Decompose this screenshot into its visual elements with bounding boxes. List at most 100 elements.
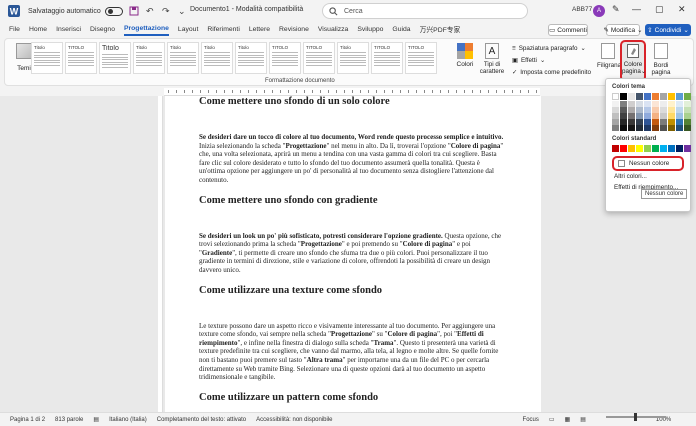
theme-shade-swatch[interactable] [668, 125, 675, 131]
comments-button[interactable]: ▭ Commenti [548, 24, 588, 36]
share-button[interactable]: ⇪ Condividi ⌄ [645, 24, 691, 36]
section-heading[interactable]: Come mettere uno sfondo di un solo color… [199, 96, 507, 107]
set-default-button[interactable]: ✓ Imposta come predefinito [512, 67, 591, 79]
theme-shade-swatch[interactable] [612, 125, 619, 131]
theme-color-swatch[interactable] [684, 93, 691, 100]
theme-color-swatch[interactable] [676, 93, 683, 100]
avatar[interactable]: A [593, 5, 605, 17]
standard-color-swatch[interactable] [612, 145, 619, 152]
pen-icon[interactable]: ✎ [612, 4, 620, 15]
theme-color-swatch[interactable] [620, 93, 627, 100]
theme-color-swatch[interactable] [612, 93, 619, 100]
paragraph-spacing-button[interactable]: ≡ Spaziatura paragrafo ⌄ [512, 43, 591, 55]
accessibility-status[interactable]: Accessibilità: non disponibile [256, 417, 332, 423]
search-box[interactable]: Cerca [322, 3, 528, 19]
autosave-toggle[interactable] [104, 6, 123, 16]
tab-view[interactable]: Visualizza [318, 26, 348, 35]
style-set-thumb[interactable]: Titolo [99, 42, 131, 74]
tab-developer[interactable]: Sviluppo [357, 26, 383, 35]
more-colors-option[interactable]: Altri colori... [612, 171, 684, 182]
no-color-option[interactable]: Nessun colore [612, 156, 684, 171]
tab-home[interactable]: Home [29, 26, 47, 35]
section-heading[interactable]: Come mettere uno sfondo con gradiente [199, 195, 507, 206]
section-heading[interactable]: Come utilizzare una texture come sfondo [199, 285, 507, 296]
theme-color-swatch[interactable] [644, 93, 651, 100]
style-set-thumb[interactable]: TITOLO [269, 42, 301, 74]
style-set-thumb[interactable]: Titolo [31, 42, 63, 74]
theme-shade-swatch[interactable] [660, 125, 667, 131]
watermark-button[interactable]: Filigrana [597, 43, 621, 69]
section-paragraph[interactable]: Se desideri dare un tocco di colore al t… [199, 133, 507, 185]
zoom-slider[interactable] [606, 413, 666, 421]
style-set-thumb[interactable]: Titolo [337, 42, 369, 74]
tab-help[interactable]: Guida [392, 26, 410, 35]
tab-draw[interactable]: Disegno [90, 26, 115, 35]
style-set-thumb[interactable]: TITOLO [65, 42, 97, 74]
text-prediction[interactable]: Completamento del testo: attivato [157, 417, 246, 423]
style-set-thumb[interactable]: TITOLO [405, 42, 437, 74]
horizontal-ruler[interactable] [164, 88, 540, 96]
customize-qat-icon[interactable]: ⌄ [177, 6, 187, 16]
standard-color-swatch[interactable] [652, 145, 659, 152]
theme-shade-swatch[interactable] [636, 125, 643, 131]
save-icon[interactable] [129, 6, 139, 16]
standard-color-swatch[interactable] [628, 145, 635, 152]
print-layout-icon[interactable]: ▦ [565, 416, 571, 423]
theme-color-swatch[interactable] [628, 93, 635, 100]
style-set-thumb[interactable]: Titolo [201, 42, 233, 74]
undo-icon[interactable]: ↶ [145, 6, 155, 16]
document-area[interactable]: Come mettere uno sfondo di un solo color… [0, 96, 696, 412]
tab-design[interactable]: Progettazione [123, 25, 169, 36]
style-set-thumb[interactable]: Titolo [235, 42, 267, 74]
tab-file[interactable]: File [9, 26, 20, 35]
tab-layout[interactable]: Layout [178, 26, 198, 35]
tab-insert[interactable]: Inserisci [56, 26, 81, 35]
colors-button[interactable]: Colori [456, 43, 474, 68]
minimize-icon[interactable]: — [632, 4, 641, 14]
standard-color-swatch[interactable] [644, 145, 651, 152]
maximize-icon[interactable]: ▢ [655, 4, 664, 15]
vertical-ruler[interactable] [158, 96, 163, 412]
style-set-thumb[interactable]: Titolo [133, 42, 165, 74]
standard-color-swatch[interactable] [636, 145, 643, 152]
language[interactable]: Italiano (Italia) [109, 417, 147, 423]
page-borders-button[interactable]: Bordi pagina [650, 43, 672, 76]
style-set-thumb[interactable]: TITOLO [371, 42, 403, 74]
section-paragraph[interactable]: Le texture possono dare un aspetto ricco… [199, 322, 507, 382]
tab-mailings[interactable]: Lettere [249, 26, 270, 35]
read-mode-icon[interactable]: ▭ [549, 416, 555, 423]
theme-shade-swatch[interactable] [652, 125, 659, 131]
theme-shade-swatch[interactable] [676, 125, 683, 131]
standard-color-swatch[interactable] [660, 145, 667, 152]
style-set-thumb[interactable]: TITOLO [303, 42, 335, 74]
fonts-button[interactable]: A Tipi di carattere [479, 43, 505, 75]
standard-color-swatch[interactable] [620, 145, 627, 152]
user-name[interactable]: ABB77 [572, 6, 592, 13]
tab-review[interactable]: Revisione [279, 26, 309, 35]
page-color-button[interactable]: Colore pagina⌄ [620, 40, 646, 82]
section-paragraph[interactable]: Se desideri un look un po' più sofistica… [199, 232, 507, 275]
theme-shade-swatch[interactable] [620, 125, 627, 131]
web-layout-icon[interactable]: ▤ [580, 416, 586, 423]
standard-color-swatch[interactable] [668, 145, 675, 152]
redo-icon[interactable]: ↷ [161, 6, 171, 16]
proofing-icon[interactable]: ▤ [93, 416, 99, 423]
theme-color-swatch[interactable] [636, 93, 643, 100]
word-count[interactable]: 813 parole [55, 417, 83, 423]
effects-button[interactable]: ▣ Effetti ⌄ [512, 55, 591, 67]
tab-pdf-expert[interactable]: 万兴PDF专家 [420, 24, 461, 36]
section-heading[interactable]: Come utilizzare un pattern come sfondo [199, 392, 507, 403]
theme-color-swatch[interactable] [652, 93, 659, 100]
standard-color-swatch[interactable] [684, 145, 691, 152]
theme-shade-swatch[interactable] [684, 125, 691, 131]
focus-button[interactable]: Focus [523, 417, 539, 423]
theme-color-swatch[interactable] [668, 93, 675, 100]
page-count[interactable]: Pagina 1 di 2 [10, 417, 45, 423]
theme-shade-swatch[interactable] [644, 125, 651, 131]
theme-shade-swatch[interactable] [628, 125, 635, 131]
edit-mode-button[interactable]: ✎ Modifica ⌄ [603, 24, 643, 36]
tab-references[interactable]: Riferimenti [207, 26, 239, 35]
document-page[interactable]: Come mettere uno sfondo di un solo color… [165, 96, 541, 412]
style-set-thumb[interactable]: Titolo [167, 42, 199, 74]
standard-color-swatch[interactable] [676, 145, 683, 152]
